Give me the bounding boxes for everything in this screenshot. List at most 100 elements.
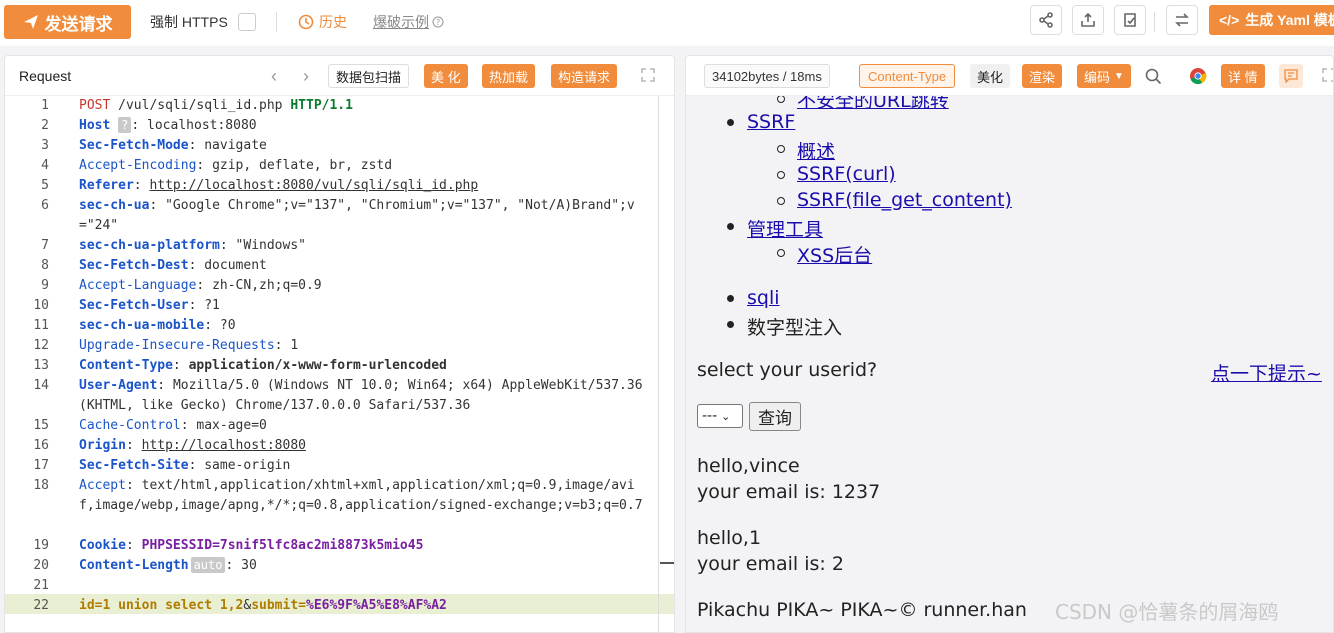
request-editor[interactable]: 1 2 3 4 5 6 7 8 9 10 11 12 13 14 15 16 1…	[5, 96, 674, 632]
line-number: 18	[33, 478, 49, 493]
header-key: Cookie	[79, 538, 126, 553]
header-value[interactable]: http://localhost:8080/vul/sqli/sqli_id.p…	[149, 178, 478, 193]
request-header: Request ‹ › 数据包扫描 美 化 热加载 构造请求	[5, 56, 674, 96]
auto-badge[interactable]: auto	[190, 557, 226, 573]
ssrf-curl-link[interactable]: SSRF(curl)	[797, 163, 896, 185]
header-key: Accept	[79, 478, 126, 493]
header-value: document	[204, 258, 267, 273]
encoding-dropdown[interactable]: 编码 ▼	[1077, 64, 1131, 88]
select-value: ---	[702, 408, 718, 424]
packet-scan-button[interactable]: 数据包扫描	[328, 64, 410, 88]
chrome-icon[interactable]	[1189, 67, 1207, 85]
line-number: 3	[41, 138, 49, 153]
header-value: ?0	[219, 318, 236, 333]
generate-yaml-button[interactable]: </> 生成 Yaml 模板	[1209, 5, 1334, 35]
blast-example-link[interactable]: 爆破示例 ?	[373, 12, 444, 32]
svg-text:?: ?	[436, 18, 440, 27]
help-icon: ?	[432, 16, 444, 28]
header-key: Referer	[79, 178, 134, 193]
query-button[interactable]: 查询	[749, 402, 801, 431]
send-request-label: 发送请求	[44, 14, 113, 34]
request-panel: Request ‹ › 数据包扫描 美 化 热加载 构造请求 1 2 3 4 5…	[4, 55, 675, 633]
beautify-button[interactable]: 美化	[970, 64, 1011, 88]
param-value: %E6%9F%A5%E8%AF%A2	[306, 598, 447, 613]
expand-icon[interactable]	[641, 68, 655, 82]
editor-scrollbar[interactable]	[658, 96, 659, 632]
header-value: 30	[241, 558, 257, 573]
hot-load-button[interactable]: 热加载	[482, 64, 536, 88]
header-key: Sec-Fetch-Dest	[79, 258, 189, 273]
header-key: Content-Type	[79, 358, 173, 373]
host-badge[interactable]: ?	[118, 117, 132, 133]
prev-arrow-icon[interactable]: ‹	[271, 66, 277, 87]
detail-button[interactable]: 详 情	[1221, 64, 1265, 88]
result-hello: hello,vince	[697, 455, 800, 477]
header-key: Cache-Control	[79, 418, 181, 433]
result-hello: hello,1	[697, 527, 762, 549]
sqli-breadcrumb-link[interactable]: sqli	[747, 287, 780, 309]
list-bullet	[727, 223, 734, 230]
force-https-checkbox[interactable]	[237, 13, 256, 31]
next-arrow-icon[interactable]: ›	[303, 66, 309, 87]
header-value: 1	[290, 338, 299, 353]
content-type-button[interactable]: Content-Type	[859, 64, 956, 88]
header-key: Sec-Fetch-Mode	[79, 138, 189, 153]
comment-icon	[1284, 69, 1298, 83]
history-button[interactable]: 历史	[298, 12, 347, 32]
swap-button[interactable]	[1166, 5, 1198, 35]
header-key: Accept-Encoding	[79, 158, 197, 173]
edit-button[interactable]	[1114, 5, 1146, 35]
header-line: Sec-Fetch-Site: same-origin	[79, 458, 291, 473]
header-key: Accept-Language	[79, 278, 197, 293]
param-key: submit	[251, 598, 299, 613]
xss-backend-link[interactable]: XSS后台	[797, 241, 872, 268]
header-line: sec-ch-ua-platform: "Windows"	[79, 238, 306, 253]
line-number: 2	[41, 118, 49, 133]
render-button[interactable]: 渲染	[1022, 64, 1063, 88]
userid-question: select your userid?	[697, 359, 878, 381]
header-line: sec-ch-ua: "Google Chrome";v="137", "Chr…	[79, 198, 635, 233]
userid-select[interactable]: --- ⌄	[697, 404, 743, 428]
response-panel: 34102bytes / 18ms Content-Type 美化 渲染 编码 …	[685, 55, 1334, 633]
admin-tools-link[interactable]: 管理工具	[747, 215, 823, 242]
comment-button[interactable]	[1279, 64, 1303, 88]
blast-example-label: 爆破示例	[373, 14, 429, 30]
cookie-value: 7snif5lfc8ac2mi8873k5mio45	[219, 538, 424, 553]
share-button[interactable]	[1030, 5, 1062, 35]
encoding-label: 编码	[1084, 69, 1111, 85]
list-bullet	[727, 119, 734, 126]
line-number: 9	[41, 278, 49, 293]
hint-link[interactable]: 点一下提示~	[1211, 359, 1322, 386]
line-number: 15	[33, 418, 49, 433]
list-circle	[777, 96, 785, 103]
code-icon: </>	[1219, 12, 1240, 28]
response-stats: 34102bytes / 18ms	[704, 64, 830, 88]
top-toolbar: 发送请求 强制 HTTPS 历史 爆破示例 ? </> 生成 Yaml 模板	[0, 0, 1334, 46]
list-bullet	[727, 295, 734, 302]
header-value[interactable]: http://localhost:8080	[142, 438, 306, 453]
body-line: id=1 union select 1,2&submit=%E6%9F%A5%E…	[79, 598, 447, 613]
response-header: 34102bytes / 18ms Content-Type 美化 渲染 编码 …	[686, 56, 1333, 96]
construct-request-button[interactable]: 构造请求	[551, 64, 618, 88]
line-number: 10	[33, 298, 49, 313]
header-value: "Google Chrome";v="137", "Chromium";v="1…	[79, 198, 635, 233]
rendered-page: 不安全的URL跳转 SSRF 概述 SSRF(curl) SSRF(file_g…	[686, 96, 1333, 632]
ssrf-overview-link[interactable]: 概述	[797, 137, 835, 164]
ssrf-link[interactable]: SSRF	[747, 111, 795, 133]
divider	[1154, 12, 1155, 32]
force-https-toggle[interactable]: 强制 HTTPS	[150, 12, 256, 32]
send-request-button[interactable]: 发送请求	[4, 5, 131, 39]
line-number: 12	[33, 338, 49, 353]
line-number: 4	[41, 158, 49, 173]
search-icon[interactable]	[1145, 68, 1162, 85]
header-line: Cache-Control: max-age=0	[79, 418, 267, 433]
result-email: your email is: 2	[697, 553, 844, 575]
beautify-button[interactable]: 美 化	[424, 64, 468, 88]
header-value: "Windows"	[235, 238, 306, 253]
export-button[interactable]	[1072, 5, 1104, 35]
unsafe-url-link[interactable]: 不安全的URL跳转	[797, 96, 949, 113]
header-value: gzip, deflate, br, zstd	[212, 158, 393, 173]
expand-icon[interactable]	[1322, 68, 1334, 82]
ssrf-file-get-content-link[interactable]: SSRF(file_get_content)	[797, 189, 1012, 211]
force-https-label: 强制 HTTPS	[150, 14, 228, 30]
